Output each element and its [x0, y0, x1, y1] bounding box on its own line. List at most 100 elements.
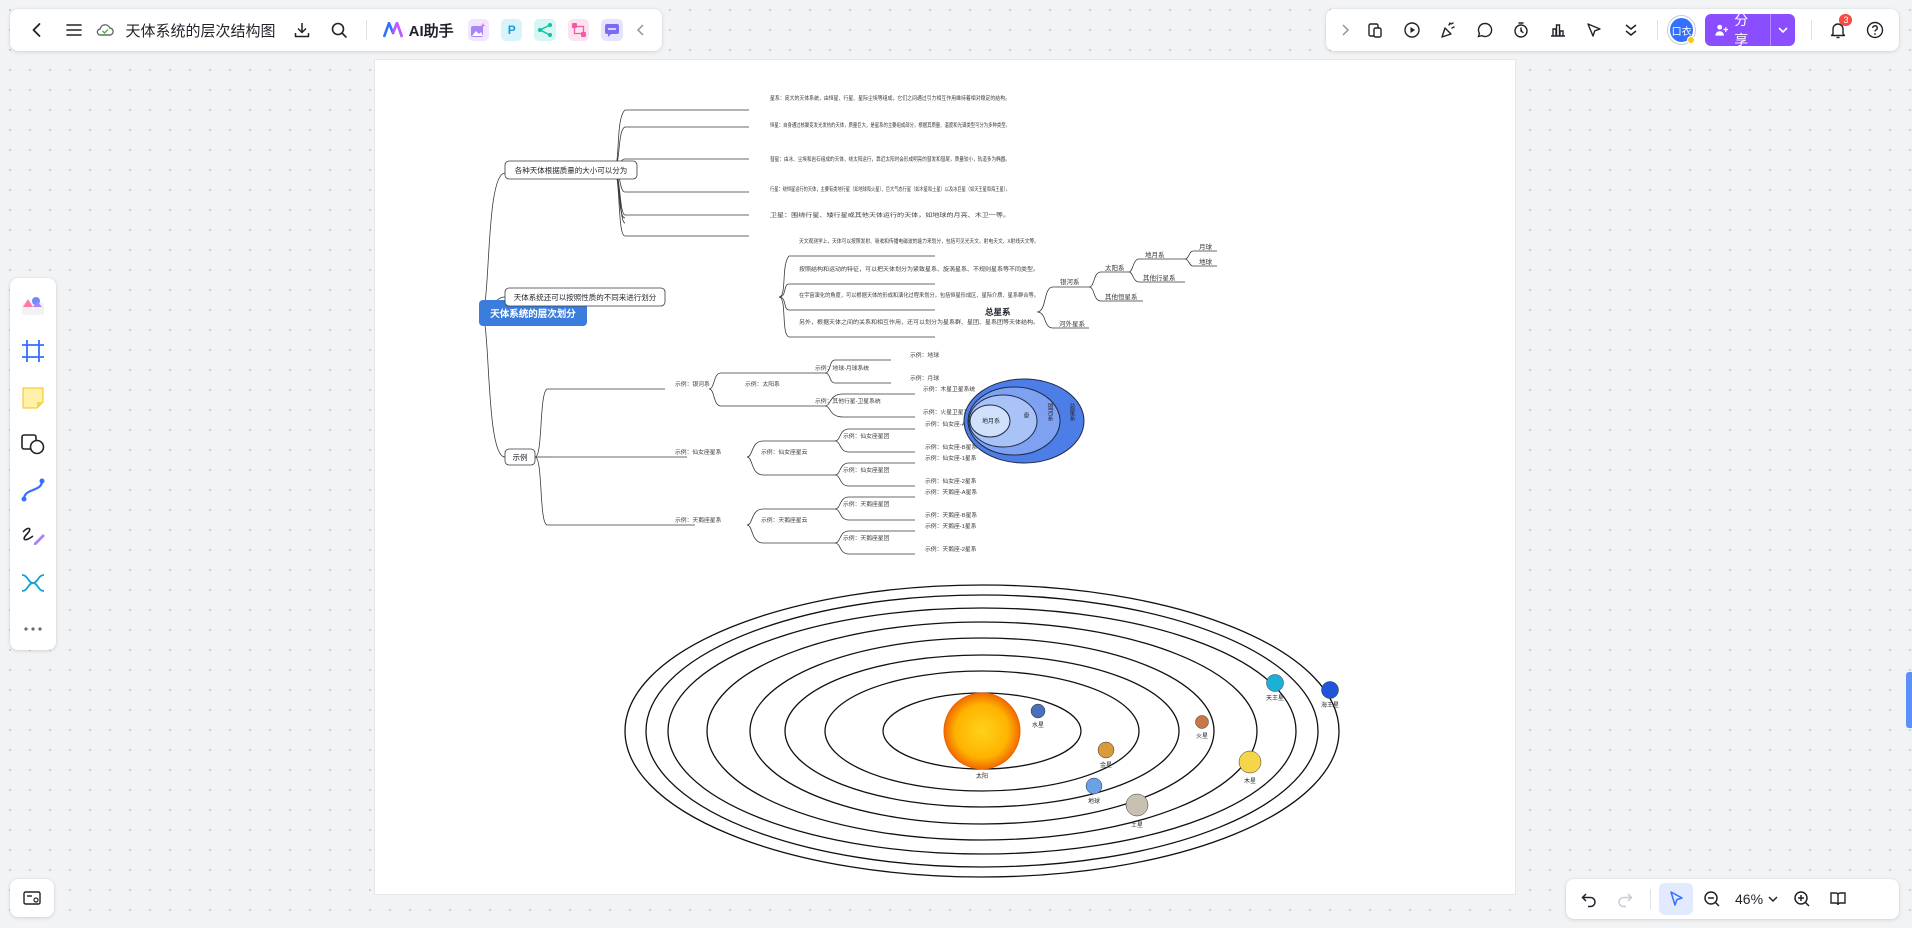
- zoom-in-icon: [1794, 891, 1810, 907]
- laser-pointer-button[interactable]: [1578, 14, 1611, 46]
- comment-button[interactable]: [1469, 14, 1502, 46]
- more-options-button[interactable]: [1615, 14, 1648, 46]
- example-node: 示例：银河系: [675, 380, 710, 388]
- flowchart-icon: [571, 23, 586, 37]
- collapse-apps-button[interactable]: [631, 14, 652, 46]
- planet-jupiter[interactable]: [1238, 750, 1262, 774]
- top-right-toolbar: 口衣 分享 3: [1326, 9, 1899, 51]
- example-leaf: 示例：仙女座-1星系: [925, 454, 977, 462]
- more-dots-icon: [24, 627, 42, 631]
- planet-earth[interactable]: [1085, 777, 1103, 795]
- chat-app[interactable]: [601, 19, 623, 41]
- example-leaf: 示例：地球: [910, 351, 939, 359]
- ai-assistant-button[interactable]: AI助手: [377, 20, 460, 41]
- back-button[interactable]: [20, 14, 53, 46]
- export-button[interactable]: [286, 14, 319, 46]
- document-title[interactable]: 天体系统的层次结构图: [120, 20, 282, 41]
- timer-button[interactable]: [1505, 14, 1538, 46]
- minimap-toggle[interactable]: [10, 879, 54, 917]
- nested-solar-label: 太阳系: [1022, 412, 1029, 418]
- example-leaf: 示例：仙女座-B星系: [925, 443, 977, 451]
- shape-tool[interactable]: [14, 423, 52, 465]
- chevron-left-icon: [637, 24, 644, 36]
- search-icon: [331, 22, 347, 38]
- app-p-button[interactable]: P: [501, 19, 523, 41]
- expand-toolbar-button[interactable]: [1334, 14, 1355, 46]
- more-tools-button[interactable]: [14, 608, 52, 650]
- hierarchy-labels: 总星系 银河系 河外星系 太阳系 其他恒星系 地月系 其他行星系 月球 地球: [985, 242, 1213, 328]
- branch2-label: 天体系统还可以按照性质的不同来进行划分: [514, 292, 657, 302]
- example-node: 示例：天鹅座星云: [761, 516, 808, 524]
- redo-icon: [1618, 893, 1633, 908]
- add-user-icon: [1715, 24, 1729, 36]
- vote-button[interactable]: [1542, 14, 1575, 46]
- redo-button[interactable]: [1608, 883, 1642, 915]
- zoom-out-button[interactable]: [1695, 883, 1729, 915]
- share-nodes-app[interactable]: [534, 19, 556, 41]
- cursor-icon: [1670, 891, 1683, 906]
- planet-venus[interactable]: [1097, 741, 1115, 759]
- mindmap-root-label: 天体系统的层次划分: [490, 308, 576, 320]
- sticky-note-tool[interactable]: [14, 377, 52, 419]
- search-button[interactable]: [323, 14, 356, 46]
- avatar-text: 口衣: [1671, 26, 1692, 38]
- branch1-label: 各种天体根据质量的大小可以分为: [515, 165, 628, 175]
- cloud-check-icon: [96, 24, 114, 36]
- template-library-tool[interactable]: [14, 284, 52, 326]
- planet-mercury[interactable]: [1030, 703, 1046, 719]
- planet-mars[interactable]: [1195, 715, 1209, 729]
- chevron-right-icon: [1341, 24, 1349, 36]
- cloud-sync-status[interactable]: [94, 14, 115, 46]
- branch3-label: 示例: [513, 452, 528, 462]
- frame-tool[interactable]: [14, 330, 52, 372]
- share-dropdown-button[interactable]: [1770, 14, 1795, 46]
- whiteboard-canvas[interactable]: 天体系统的层次划分 各种天体根据质量的大小可以分为 天体系统还可以按照性质的不同…: [374, 59, 1516, 895]
- pen-tool[interactable]: [14, 515, 52, 557]
- celebrate-button[interactable]: [1432, 14, 1465, 46]
- fit-view-button[interactable]: [1821, 883, 1855, 915]
- planet-neptune[interactable]: [1321, 681, 1339, 699]
- example-node: 示例：地球-月球系统: [815, 364, 869, 372]
- flowchart-app[interactable]: [567, 19, 590, 41]
- help-button[interactable]: [1858, 14, 1891, 46]
- right-edge-handle[interactable]: [1906, 672, 1912, 728]
- connector-tool[interactable]: [14, 469, 52, 511]
- select-tool[interactable]: [1659, 883, 1693, 915]
- ai-assistant-label: AI助手: [408, 22, 454, 40]
- mercury-label: 水星: [1032, 721, 1044, 729]
- toolbar-divider: [1650, 889, 1651, 909]
- example-node: 示例：仙女座星云: [761, 448, 808, 456]
- notifications-button[interactable]: 3: [1822, 14, 1855, 46]
- mindmap-tool[interactable]: [14, 562, 52, 604]
- chat-bubble-icon: [604, 24, 619, 37]
- branch2-item: 在宇宙演化的角度，可以根据天体的形成和演化过程来划分，包括恒星形成区、星际介质、…: [799, 291, 1039, 299]
- hierarchy-tree: [1036, 250, 1217, 329]
- example-node: 示例：太阳系: [745, 380, 780, 388]
- status-dot: [1687, 36, 1696, 44]
- share-button[interactable]: 分享: [1705, 14, 1770, 46]
- planet-saturn[interactable]: [1125, 793, 1149, 817]
- hierarchy-solar: 太阳系: [1105, 263, 1125, 272]
- party-popper-icon: [1441, 22, 1456, 38]
- hamburger-icon: [65, 24, 82, 36]
- example-leaf: 示例：木星卫星系统: [923, 385, 975, 393]
- undo-button[interactable]: [1572, 883, 1606, 915]
- zoom-level-dropdown[interactable]: 46%: [1731, 891, 1783, 907]
- example-node: 示例：其他行星-卫星系统: [815, 397, 881, 405]
- left-tool-sidebar: [10, 278, 56, 650]
- image-generator-app[interactable]: [467, 19, 490, 41]
- curve-line-icon: [21, 478, 45, 502]
- template-button[interactable]: [1359, 14, 1392, 46]
- example-node: 示例：天鹅座星系: [675, 516, 722, 524]
- menu-button[interactable]: [57, 14, 90, 46]
- hierarchy-extragalactic: 河外星系: [1059, 319, 1086, 328]
- user-avatar[interactable]: 口衣: [1668, 16, 1696, 44]
- sun[interactable]: [943, 692, 1021, 770]
- jupiter-label: 木星: [1244, 777, 1256, 785]
- zoom-in-button[interactable]: [1785, 883, 1819, 915]
- play-circle-icon: [1404, 22, 1420, 38]
- share-button-group: 分享: [1705, 14, 1795, 46]
- planet-uranus[interactable]: [1266, 674, 1284, 692]
- branch1-item: 卫星：围绕行星、矮行星或其他天体运行的天体，如地球的月亮、木卫一等。: [770, 211, 1010, 219]
- present-button[interactable]: [1396, 14, 1429, 46]
